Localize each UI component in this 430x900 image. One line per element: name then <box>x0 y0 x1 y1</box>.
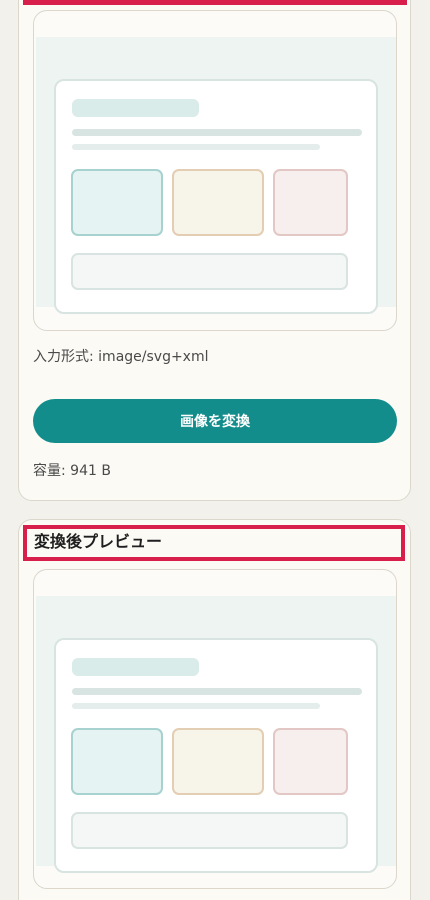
preview-canvas <box>36 37 396 314</box>
mock-tile-pink <box>273 728 348 795</box>
mock-text-line <box>72 688 362 695</box>
highlight-marker-title <box>23 525 405 561</box>
converted-image-preview <box>33 569 397 889</box>
preview-canvas <box>36 596 396 873</box>
mock-window-illustration <box>54 79 378 314</box>
mock-tile-pink <box>273 169 348 236</box>
mock-footer-bar <box>71 253 348 290</box>
highlight-marker-top <box>23 0 407 5</box>
convert-image-button[interactable]: 画像を変換 <box>33 399 397 443</box>
page: 入力形式: image/svg+xml 画像を変換 容量: 941 B 変換後プ… <box>0 0 430 900</box>
mock-window-illustration <box>54 638 378 873</box>
source-image-preview <box>33 10 397 331</box>
file-size-label: 容量: 941 B <box>33 463 111 479</box>
mock-footer-bar <box>71 812 348 849</box>
mock-title-bar <box>72 99 199 117</box>
mock-tile-teal <box>71 169 163 236</box>
mock-text-line <box>72 129 362 136</box>
mock-tile-beige <box>172 169 264 236</box>
mock-title-bar <box>72 658 199 676</box>
mock-tile-beige <box>172 728 264 795</box>
mock-text-line <box>72 144 320 150</box>
mock-text-line <box>72 703 320 709</box>
input-format-label: 入力形式: image/svg+xml <box>33 349 209 365</box>
mock-tile-teal <box>71 728 163 795</box>
